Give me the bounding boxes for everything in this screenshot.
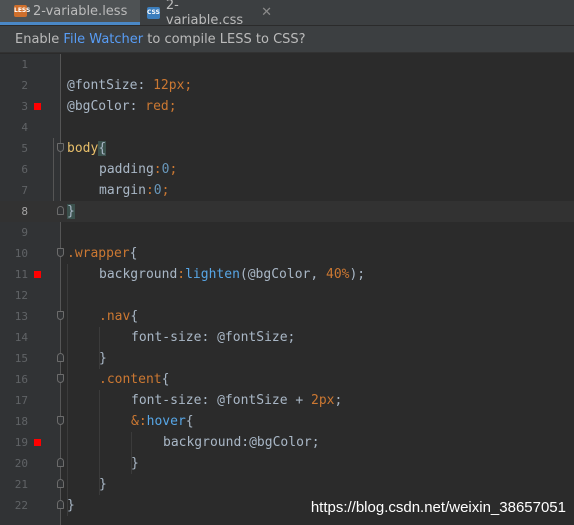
- line-number: 8: [21, 205, 28, 218]
- banner-text-prefix: Enable: [15, 31, 64, 47]
- tab-label: 2-variable.css: [165, 0, 244, 28]
- tab-2-variable-less[interactable]: LESS 2-variable.less: [0, 0, 140, 25]
- code-line: 18 &:hover{: [0, 411, 574, 432]
- line-number: 21: [14, 478, 28, 491]
- line-number: 9: [21, 226, 28, 239]
- fold-icon[interactable]: [57, 500, 64, 509]
- line-number: 11: [14, 268, 28, 281]
- code-line: 16 .content{: [0, 369, 574, 390]
- code-text: font-size: @fontSize;: [131, 330, 296, 345]
- code-line: 10 .wrapper{: [0, 243, 574, 264]
- line-number: 17: [14, 394, 28, 407]
- file-watcher-link[interactable]: File Watcher: [63, 32, 143, 47]
- line-number: 4: [21, 121, 28, 134]
- code-line: 9: [0, 222, 574, 243]
- code-line: 7 margin:0;: [0, 180, 574, 201]
- line-number: 2: [21, 79, 28, 92]
- fold-icon[interactable]: [57, 143, 64, 152]
- tab-label: 2-variable.less: [33, 3, 128, 19]
- code-text: }: [67, 204, 75, 219]
- code-line: 11 background:lighten(@bgColor, 40%);: [0, 264, 574, 285]
- code-line: 19 background:@bgColor;: [0, 432, 574, 453]
- line-number: 1: [21, 58, 28, 71]
- code-line: 12: [0, 285, 574, 306]
- line-number: 5: [21, 142, 28, 155]
- color-marker-icon[interactable]: [34, 271, 41, 278]
- fold-icon[interactable]: [57, 479, 64, 488]
- code-text: }: [67, 498, 75, 513]
- code-text: background:@bgColor;: [163, 435, 320, 450]
- css-file-icon: CSS: [147, 6, 160, 19]
- line-number: 16: [14, 373, 28, 386]
- line-number: 13: [14, 310, 28, 323]
- line-number: 20: [14, 457, 28, 470]
- fold-icon[interactable]: [57, 248, 64, 257]
- line-number: 14: [14, 331, 28, 344]
- code-line: 14 font-size: @fontSize;: [0, 327, 574, 348]
- code-text: }: [99, 351, 107, 366]
- line-number: 19: [14, 436, 28, 449]
- file-watcher-banner: Enable File Watcher to compile LESS to C…: [0, 26, 574, 53]
- code-text: @bgColor: red;: [67, 99, 177, 114]
- fold-icon[interactable]: [57, 374, 64, 383]
- code-line: 1: [0, 54, 574, 75]
- line-number: 15: [14, 352, 28, 365]
- watermark-text: https://blog.csdn.net/weixin_38657051: [310, 499, 566, 516]
- line-number: 6: [21, 163, 28, 176]
- color-marker-icon[interactable]: [34, 103, 41, 110]
- editor-tab-bar: LESS 2-variable.less CSS 2-variable.css …: [0, 0, 574, 28]
- code-text: background:lighten(@bgColor, 40%);: [99, 267, 366, 282]
- fold-icon[interactable]: [57, 416, 64, 425]
- fold-icon[interactable]: [57, 311, 64, 320]
- line-number: 22: [14, 499, 28, 512]
- tab-2-variable-css[interactable]: CSS 2-variable.css ✕: [147, 0, 272, 28]
- line-number: 7: [21, 184, 28, 197]
- code-text: .nav{: [99, 309, 139, 324]
- line-number: 18: [14, 415, 28, 428]
- code-text: margin:0;: [99, 183, 170, 198]
- code-line: 21 }: [0, 474, 574, 495]
- code-line: 15 }: [0, 348, 574, 369]
- code-text: }: [99, 477, 107, 492]
- less-file-icon: LESS: [14, 5, 30, 17]
- fold-icon[interactable]: [57, 353, 64, 362]
- close-icon[interactable]: ✕: [261, 5, 272, 20]
- code-line: 4: [0, 117, 574, 138]
- fold-icon[interactable]: [57, 206, 64, 215]
- code-line: 20 }: [0, 453, 574, 474]
- banner-text-suffix: to compile LESS to CSS?: [143, 31, 306, 47]
- code-text: padding:0;: [99, 162, 178, 177]
- code-text: @fontSize: 12px;: [67, 78, 193, 93]
- code-line: 6 padding:0;: [0, 159, 574, 180]
- code-text: .wrapper{: [67, 246, 138, 261]
- line-number: 12: [14, 289, 28, 302]
- code-text: &:hover{: [131, 414, 194, 429]
- code-line-current: 8 }: [0, 201, 574, 222]
- code-text: font-size: @fontSize + 2px;: [131, 393, 343, 408]
- code-text: .content{: [99, 372, 170, 387]
- code-text: }: [131, 456, 139, 471]
- code-line: 13 .nav{: [0, 306, 574, 327]
- line-number: 3: [21, 100, 28, 113]
- color-marker-icon[interactable]: [34, 439, 41, 446]
- code-line: 17 font-size: @fontSize + 2px;: [0, 390, 574, 411]
- code-line: 5 body{: [0, 138, 574, 159]
- code-line: 3 @bgColor: red;: [0, 96, 574, 117]
- fold-icon[interactable]: [57, 458, 64, 467]
- code-editor[interactable]: 1 2 @fontSize: 12px; 3 @bgColor: red; 4 …: [0, 54, 574, 525]
- line-number: 10: [14, 247, 28, 260]
- code-text: body{: [67, 141, 107, 156]
- code-line: 2 @fontSize: 12px;: [0, 75, 574, 96]
